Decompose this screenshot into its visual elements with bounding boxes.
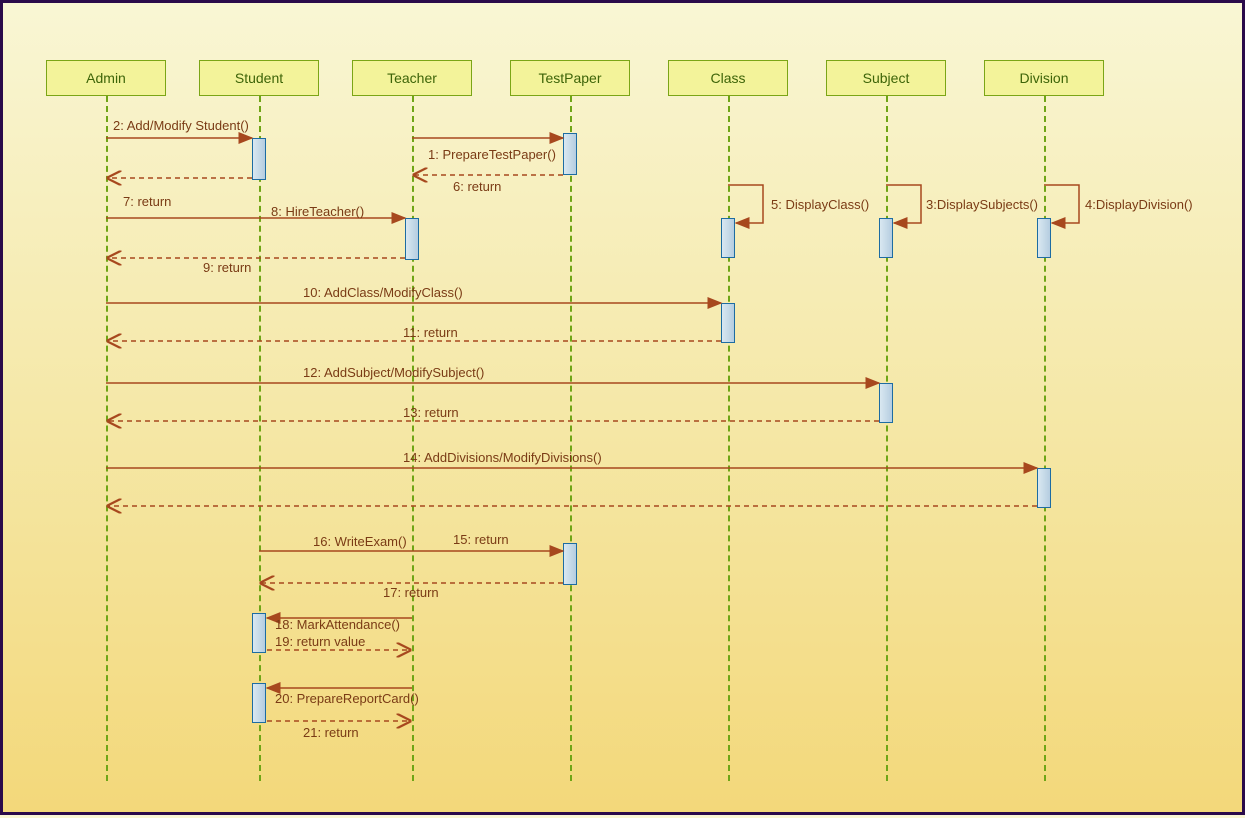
activation	[252, 683, 266, 723]
msg-label: 13: return	[403, 405, 459, 420]
msg-label: 8: HireTeacher()	[271, 204, 364, 219]
participant-label: Teacher	[387, 70, 437, 86]
msg-label: 10: AddClass/ModifyClass()	[303, 285, 463, 300]
activation	[721, 303, 735, 343]
activation	[1037, 218, 1051, 258]
participant-label: TestPaper	[538, 70, 601, 86]
msg-label: 7: return	[123, 194, 171, 209]
diagram-frame: Admin Student Teacher TestPaper Class Su…	[0, 0, 1245, 815]
participant-label: Division	[1019, 70, 1068, 86]
participant-label: Subject	[863, 70, 910, 86]
activation	[405, 218, 419, 260]
lifeline-subject	[886, 96, 888, 781]
msg-label: 14: AddDivisions/ModifyDivisions()	[403, 450, 602, 465]
activation	[563, 133, 577, 175]
msg-label: 1: PrepareTestPaper()	[428, 147, 556, 162]
activation	[879, 218, 893, 258]
participant-label: Admin	[86, 70, 126, 86]
participant-class: Class	[668, 60, 788, 96]
msg-label: 12: AddSubject/ModifySubject()	[303, 365, 484, 380]
participant-testpaper: TestPaper	[510, 60, 630, 96]
participant-admin: Admin	[46, 60, 166, 96]
msg-label: 15: return	[453, 532, 509, 547]
msg-label: 21: return	[303, 725, 359, 740]
msg-label: 2: Add/Modify Student()	[113, 118, 249, 133]
msg-label: 17: return	[383, 585, 439, 600]
msg-label: 20: PrepareReportCard()	[275, 691, 419, 706]
msg-label: 16: WriteExam()	[313, 534, 407, 549]
lifeline-testpaper	[570, 96, 572, 781]
activation	[563, 543, 577, 585]
participant-subject: Subject	[826, 60, 946, 96]
activation	[1037, 468, 1051, 508]
msg-label: 19: return value	[275, 634, 365, 649]
activation	[252, 613, 266, 653]
msg-label: 9: return	[203, 260, 251, 275]
msg-label: 4:DisplayDivision()	[1085, 197, 1193, 212]
participant-division: Division	[984, 60, 1104, 96]
participant-label: Student	[235, 70, 283, 86]
lifeline-student	[259, 96, 261, 781]
msg-label: 18: MarkAttendance()	[275, 617, 400, 632]
lifeline-admin	[106, 96, 108, 781]
lifeline-teacher	[412, 96, 414, 781]
lifeline-division	[1044, 96, 1046, 781]
activation	[721, 218, 735, 258]
activation	[252, 138, 266, 180]
msg-label: 11: return	[403, 325, 458, 340]
activation	[879, 383, 893, 423]
participant-student: Student	[199, 60, 319, 96]
participant-teacher: Teacher	[352, 60, 472, 96]
participant-label: Class	[710, 70, 745, 86]
lifeline-class	[728, 96, 730, 781]
msg-label: 6: return	[453, 179, 501, 194]
msg-label: 5: DisplayClass()	[771, 197, 869, 212]
msg-label: 3:DisplaySubjects()	[926, 197, 1038, 212]
